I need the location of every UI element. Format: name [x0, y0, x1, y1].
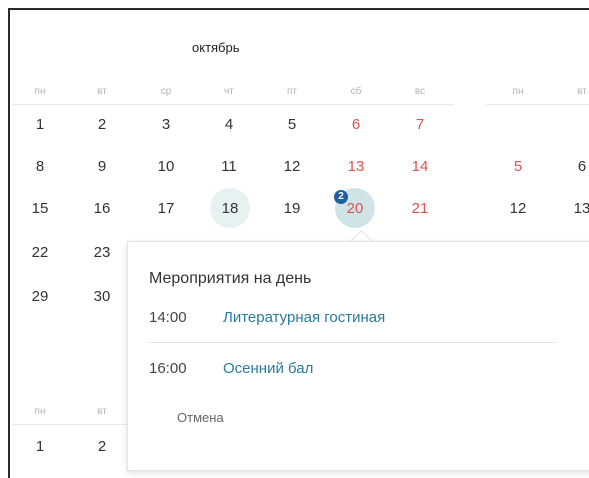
day-cell-highlighted[interactable]: 18	[214, 200, 246, 217]
weekday-tue: вт	[97, 86, 107, 97]
day-cell[interactable]: 23	[86, 244, 118, 261]
bottom-weekday-tue: вт	[97, 406, 107, 417]
event-time: 14:00	[149, 309, 187, 326]
day-cell[interactable]: 4	[213, 116, 245, 133]
event-time: 16:00	[149, 360, 187, 377]
day-events-popup: Мероприятия на день 14:00 Литературная г…	[127, 241, 589, 471]
day-cell-weekend[interactable]: 6	[340, 116, 372, 133]
day-cell-weekend[interactable]: 7	[404, 116, 436, 133]
day-cell[interactable]: 1	[24, 116, 56, 133]
bottom-weekday-divider	[12, 424, 127, 425]
next-month-day[interactable]: 6	[566, 158, 589, 175]
day-cell[interactable]: 3	[150, 116, 182, 133]
day-cell-weekend[interactable]: 14	[404, 158, 436, 175]
next-weekday-mon: пн	[512, 86, 524, 97]
event-count-badge: 2	[334, 190, 348, 204]
next-month-day[interactable]: 13	[566, 200, 589, 217]
next-month-day-weekend[interactable]: 5	[502, 158, 534, 175]
weekday-fri: пт	[287, 86, 297, 97]
weekday-mon: пн	[34, 86, 46, 97]
day-cell[interactable]: 1	[24, 438, 56, 455]
day-cell[interactable]: 29	[24, 288, 56, 305]
month-title: октябрь	[192, 40, 240, 55]
day-cell[interactable]: 2	[86, 116, 118, 133]
day-cell[interactable]: 19	[276, 200, 308, 217]
day-cell[interactable]: 5	[276, 116, 308, 133]
day-cell[interactable]: 2	[86, 438, 118, 455]
day-cell[interactable]: 10	[150, 158, 182, 175]
weekday-wed: ср	[160, 86, 172, 97]
day-cell[interactable]: 16	[86, 200, 118, 217]
day-cell-weekend[interactable]: 21	[404, 200, 436, 217]
day-cell[interactable]: 8	[24, 158, 56, 175]
event-link[interactable]: Осенний бал	[223, 360, 313, 377]
bottom-weekday-mon: пн	[34, 406, 46, 417]
next-month-day[interactable]: 12	[502, 200, 534, 217]
popup-title: Мероприятия на день	[149, 270, 312, 287]
weekday-divider	[12, 104, 454, 105]
day-cell[interactable]: 22	[24, 244, 56, 261]
day-cell[interactable]: 11	[213, 158, 245, 175]
day-cell[interactable]: 9	[86, 158, 118, 175]
weekday-thu: чт	[224, 86, 234, 97]
day-cell[interactable]: 15	[24, 200, 56, 217]
day-cell-weekend[interactable]: 13	[340, 158, 372, 175]
event-link[interactable]: Литературная гостиная	[223, 309, 385, 326]
next-weekday-divider	[486, 104, 589, 105]
day-cell[interactable]: 30	[86, 288, 118, 305]
weekday-sat: сб	[350, 86, 362, 97]
day-cell[interactable]: 17	[150, 200, 182, 217]
day-cell[interactable]: 12	[276, 158, 308, 175]
cancel-button[interactable]: Отмена	[177, 410, 224, 425]
event-divider	[149, 342, 557, 343]
weekday-sun: вс	[414, 86, 426, 97]
next-weekday-tue: вт	[577, 86, 587, 97]
